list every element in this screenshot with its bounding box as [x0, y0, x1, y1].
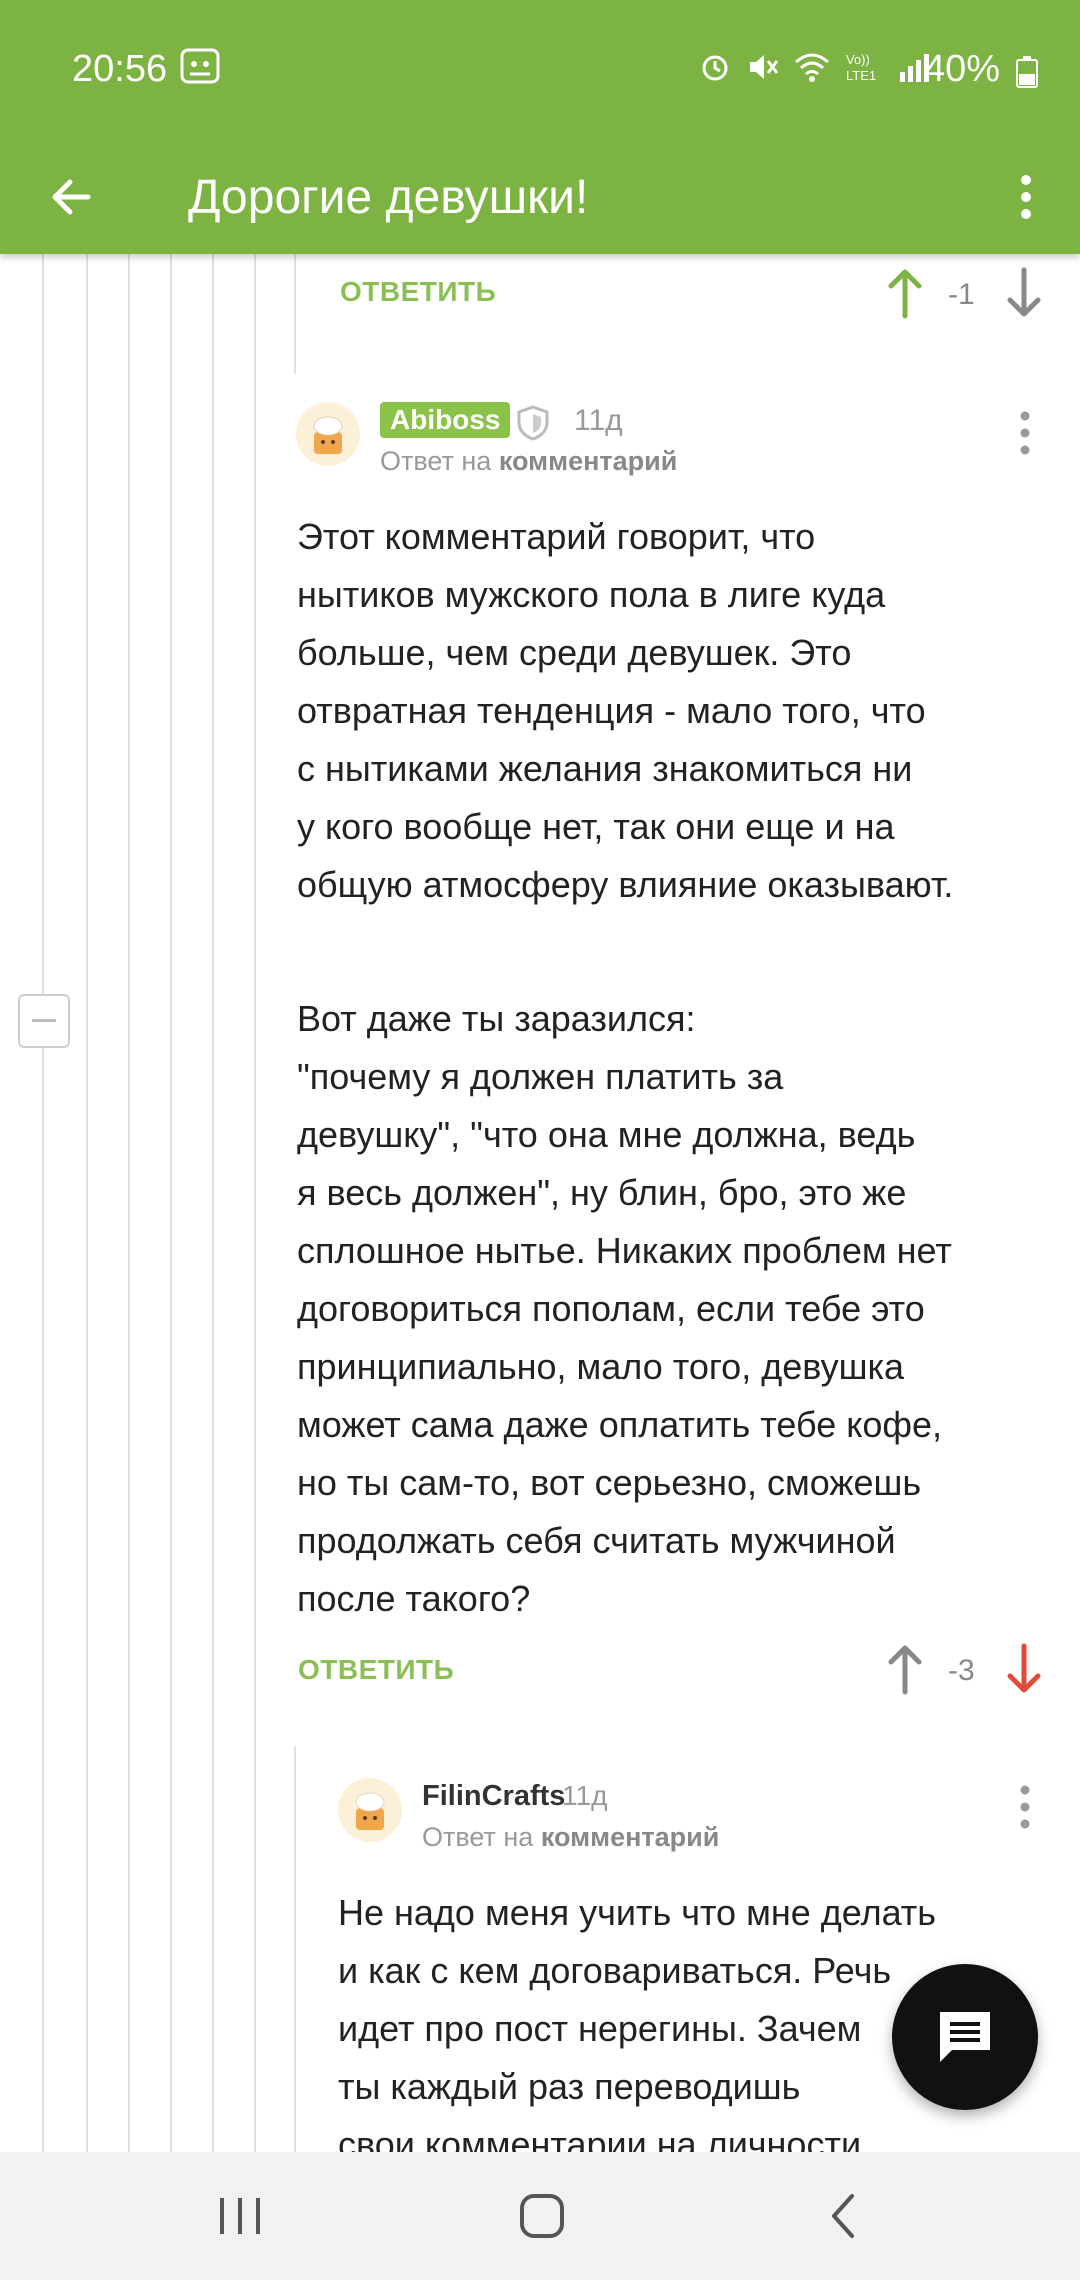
reply-to-link[interactable]: комментарий [541, 1822, 720, 1852]
app-bar: Дорогие девушки! [0, 140, 1080, 254]
comment-time: 11д [574, 404, 623, 437]
mute-icon [750, 55, 779, 79]
thread-line [170, 254, 172, 2154]
svg-text:Vo)): Vo)) [846, 52, 870, 67]
thread-line [42, 254, 44, 2154]
comment-text: Этот комментарий говорит, что нытиков му… [297, 516, 954, 905]
more-vert-icon[interactable] [996, 162, 1056, 232]
battery-percent: 40% [923, 48, 1000, 90]
comment-text: Не надо меня учить что мне делать и как … [338, 1892, 937, 2152]
comment-author[interactable]: Abiboss [380, 402, 511, 438]
system-nav-bar [0, 2152, 1080, 2280]
comment-text: Вот даже ты заразился: "почему я должен … [297, 998, 952, 1619]
vote-score: -1 [948, 278, 975, 311]
alarm-icon [702, 55, 728, 81]
upvote-icon[interactable] [885, 266, 925, 320]
comment-menu-icon[interactable] [1015, 408, 1035, 458]
downvote-icon[interactable] [1004, 1642, 1044, 1696]
comment-icon [940, 2012, 990, 2062]
recent-apps-icon[interactable] [210, 2188, 270, 2244]
reply-to-prefix: Ответ на [422, 1822, 534, 1852]
avatar-chef-icon [355, 1792, 385, 1830]
shield-icon [517, 405, 549, 441]
add-comment-button[interactable] [892, 1964, 1038, 2110]
reply-to-prefix: Ответ на [380, 446, 492, 476]
avatar[interactable] [296, 402, 360, 466]
home-icon[interactable] [512, 2188, 572, 2244]
upvote-icon[interactable] [885, 1642, 925, 1696]
vote-score: -3 [948, 1654, 975, 1687]
comment-menu-icon[interactable] [1015, 1782, 1035, 1832]
thread-line [212, 254, 214, 2154]
wifi-icon [795, 53, 829, 82]
collapse-thread-button[interactable] [18, 994, 70, 1048]
comment-time: 11д [562, 1780, 608, 1811]
status-bar: 20:56 Vo)) LTE1 40% [0, 0, 1080, 140]
avatar[interactable] [338, 1778, 402, 1842]
page-title: Дорогие девушки! [188, 171, 589, 224]
thread-line [294, 254, 296, 374]
thread-line [86, 254, 88, 2154]
thread-line [254, 254, 256, 2154]
avatar-chef-icon [313, 416, 343, 454]
battery-icon [1016, 56, 1038, 88]
reply-button[interactable]: ОТВЕТИТЬ [298, 1654, 454, 1686]
back-icon[interactable] [814, 2188, 874, 2244]
status-time: 20:56 [72, 48, 168, 90]
thread-line [128, 254, 130, 2154]
reply-to-line: Ответ на комментарий [422, 1822, 719, 1853]
back-arrow-icon[interactable] [40, 162, 110, 232]
reply-to-line: Ответ на комментарий [380, 446, 677, 477]
volte-icon: Vo))LTE1 [846, 52, 876, 83]
comment-author[interactable]: FilinCrafts [422, 1780, 565, 1813]
svg-text:LTE1: LTE1 [846, 68, 876, 83]
reply-to-link[interactable]: комментарий [499, 446, 678, 476]
thread-line [294, 1746, 296, 2166]
downvote-icon[interactable] [1004, 266, 1044, 320]
ghost-icon [180, 48, 220, 84]
status-icons: Vo)) LTE1 [698, 50, 930, 84]
reply-button[interactable]: ОТВЕТИТЬ [340, 276, 496, 308]
